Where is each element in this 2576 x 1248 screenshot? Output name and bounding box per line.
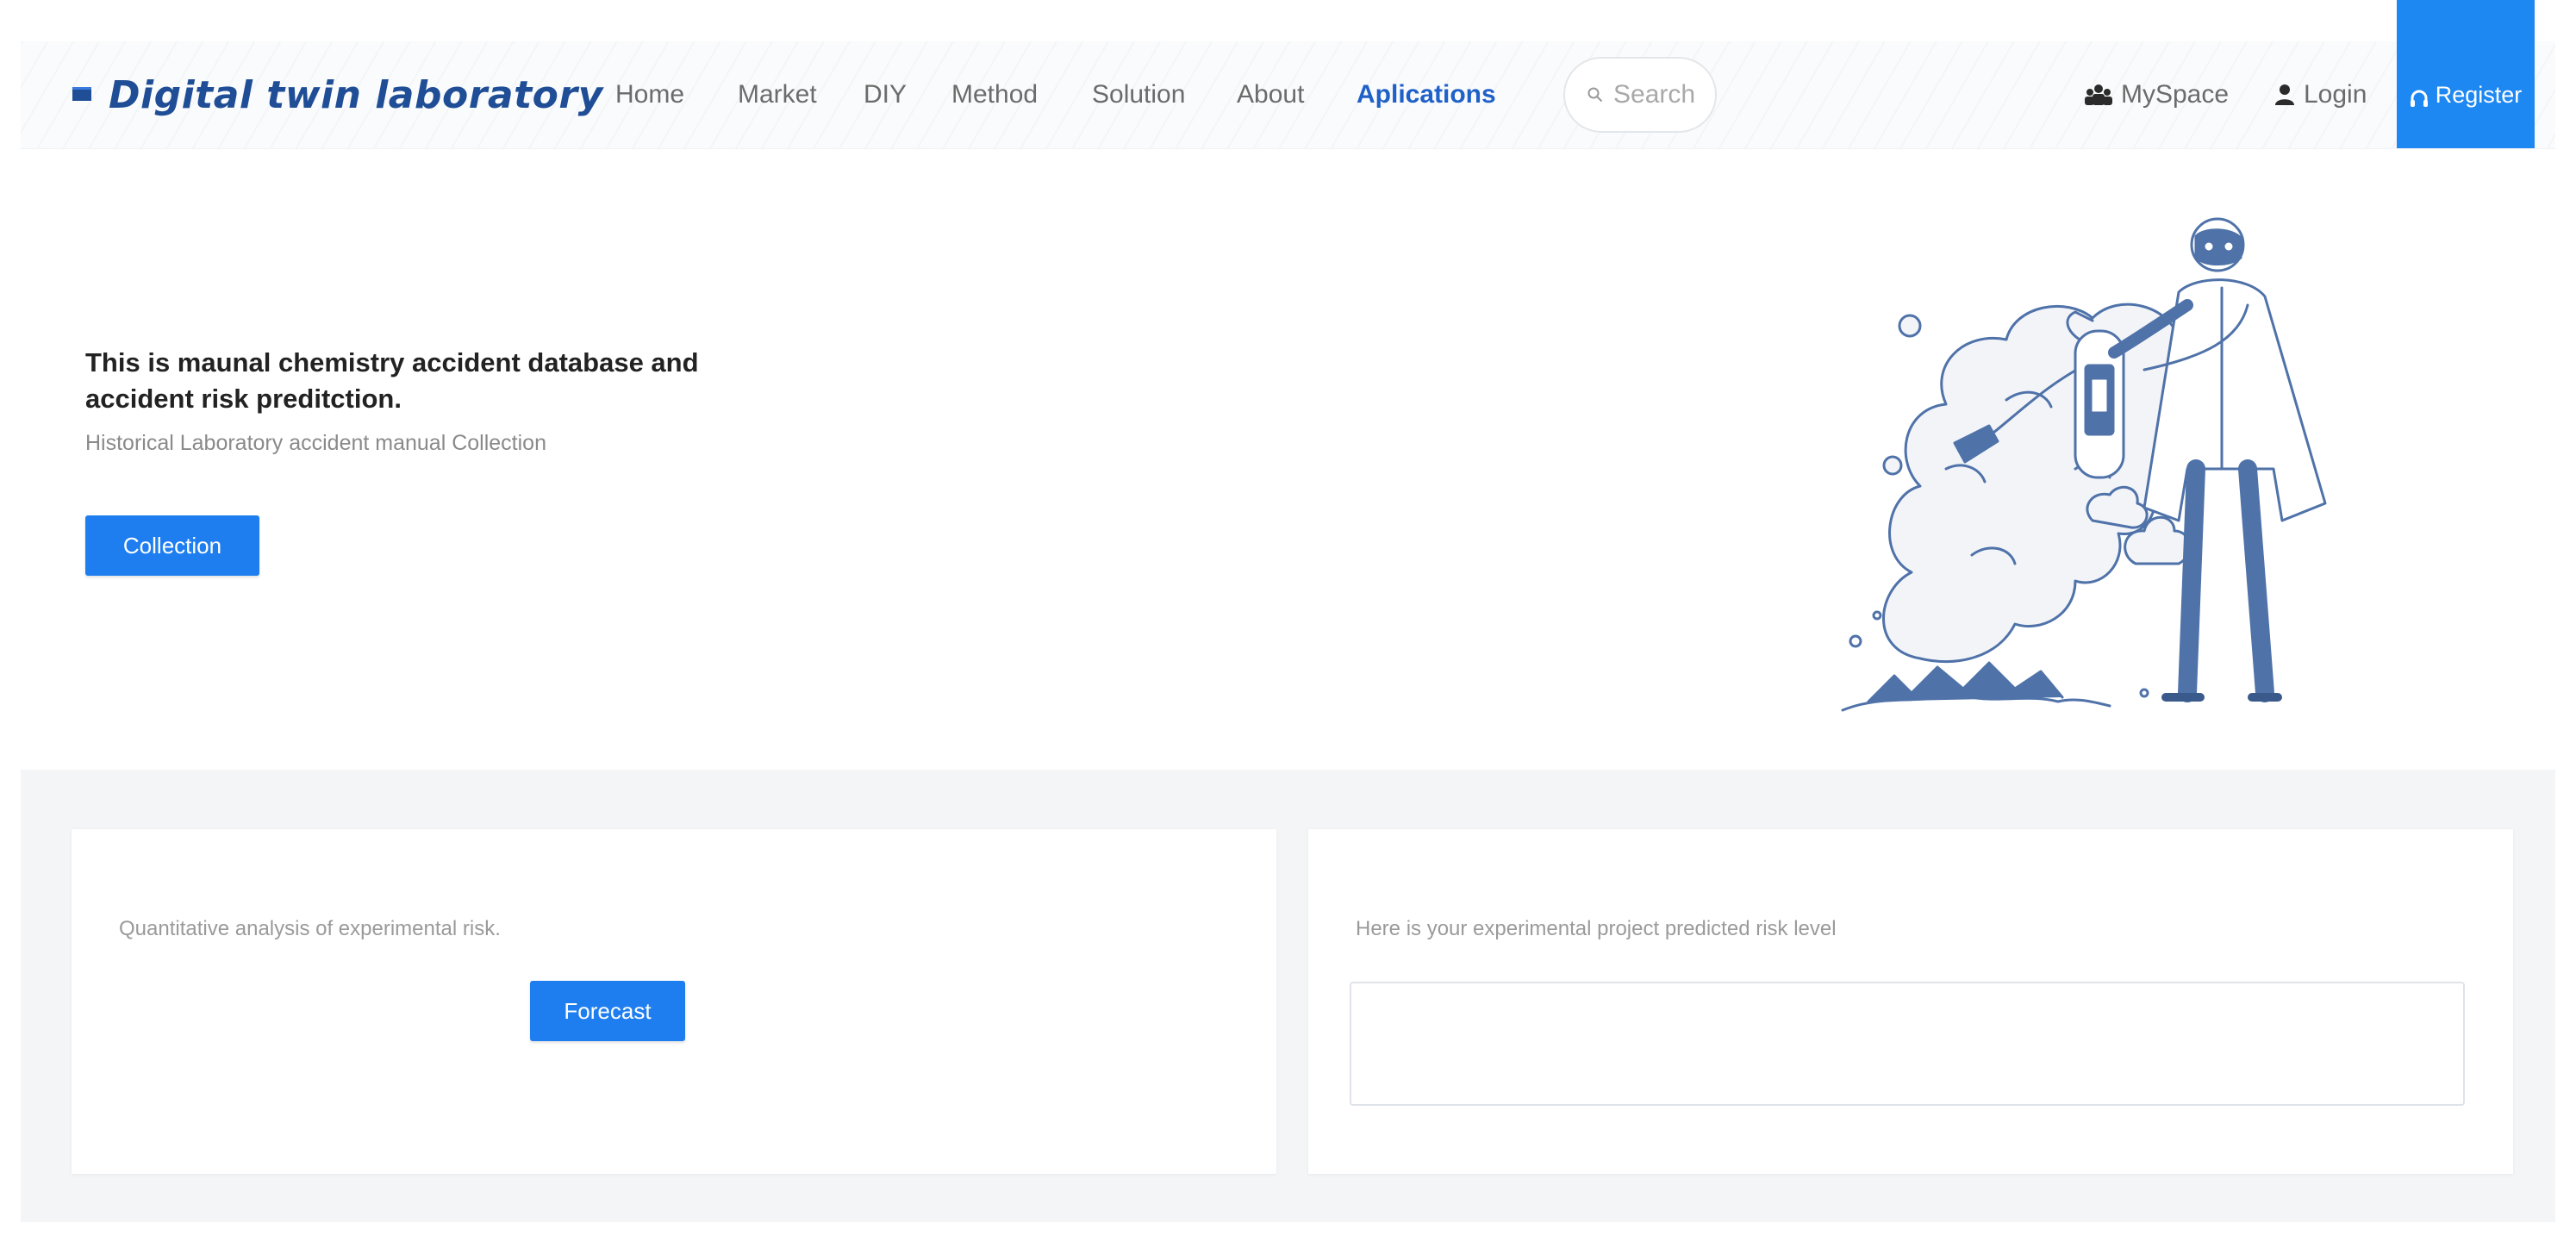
login-label: Login	[2304, 80, 2367, 109]
nav-home[interactable]: Home	[615, 41, 684, 148]
nav-method[interactable]: Method	[951, 41, 1038, 148]
scientist-extinguisher-illustration	[1841, 217, 2327, 712]
search-icon	[1587, 87, 1603, 103]
headset-icon	[2410, 90, 2428, 107]
nav-solution[interactable]: Solution	[1092, 41, 1185, 148]
search-input[interactable]	[1612, 79, 1710, 110]
brand[interactable]: Digital twin laboratory	[72, 41, 603, 148]
book-icon	[72, 87, 91, 101]
nav-aplications[interactable]: Aplications	[1357, 41, 1496, 148]
search-box[interactable]	[1563, 57, 1717, 133]
user-icon	[2275, 84, 2294, 105]
forecast-button[interactable]: Forecast	[530, 981, 685, 1041]
hero-title: This is maunal chemistry accident databa…	[85, 347, 699, 414]
hero-subtitle: Historical Laboratory accident manual Co…	[85, 431, 546, 455]
nav-market[interactable]: Market	[738, 41, 817, 148]
register-button[interactable]: Register	[2397, 0, 2535, 148]
bottom-panel: Quantitative analysis of experimental ri…	[21, 770, 2555, 1222]
nav-about[interactable]: About	[1237, 41, 1304, 148]
myspace-label: MySpace	[2121, 80, 2230, 109]
collection-button[interactable]: Collection	[85, 515, 259, 576]
risk-level-output[interactable]	[1350, 982, 2465, 1106]
brand-title: Digital twin laboratory	[109, 72, 603, 117]
myspace-link[interactable]: MySpace	[2085, 41, 2229, 148]
risk-result-text: Here is your experimental project predic…	[1356, 917, 1837, 940]
risk-analysis-text: Quantitative analysis of experimental ri…	[119, 917, 501, 940]
top-navbar: Digital twin laboratory Home Market DIY …	[21, 0, 2555, 149]
login-link[interactable]: Login	[2274, 41, 2367, 148]
risk-result-card: Here is your experimental project predic…	[1308, 829, 2513, 1174]
register-label: Register	[2435, 82, 2523, 108]
nav-diy[interactable]: DIY	[864, 41, 907, 148]
risk-analysis-card: Quantitative analysis of experimental ri…	[72, 829, 1276, 1174]
users-icon	[2085, 84, 2112, 105]
